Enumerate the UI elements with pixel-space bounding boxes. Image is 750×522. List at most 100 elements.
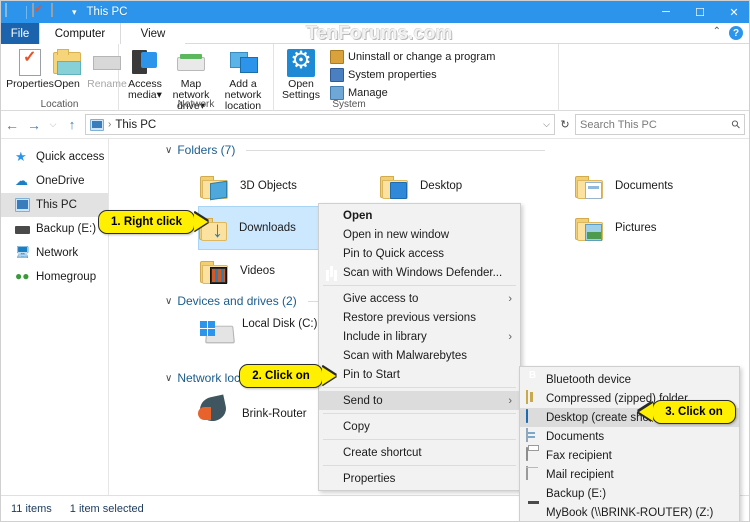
context-menu-item-label: Open in new window <box>343 228 450 241</box>
up-button[interactable]: ↑ <box>61 117 83 132</box>
callout-step-2: 2. Click on <box>239 364 336 388</box>
sidebar-item-backup[interactable]: Backup (E:) <box>1 217 108 241</box>
file-tile-3d-objects[interactable]: 3D Objects <box>200 164 380 208</box>
context-menu-item-pin-to-start[interactable]: Pin to Start <box>319 365 520 384</box>
ribbon-button-uninstall[interactable]: Uninstall or change a program <box>330 50 495 64</box>
folder-pictures-icon <box>575 215 607 242</box>
folder-desktop-icon <box>380 173 412 200</box>
back-button[interactable]: ← <box>1 117 23 133</box>
callout-step-3: 3. Click on <box>639 400 736 424</box>
context-menu-item-copy[interactable]: Copy <box>319 417 520 436</box>
fax-icon <box>526 447 546 463</box>
send-to-item-label: Fax recipient <box>546 449 612 462</box>
drive-label: Local Disk (C:) <box>242 318 318 330</box>
file-tile-documents[interactable]: Documents <box>575 164 749 208</box>
file-explorer-window: ▾ This PC ─ ☐ ✕ File Computer View ⌃ ? P… <box>0 0 750 522</box>
tab-view[interactable]: View <box>121 23 185 44</box>
send-to-item-documents[interactable]: Documents <box>520 427 739 446</box>
context-menu-item-give-access-to[interactable]: Give access to › <box>319 289 520 308</box>
minimize-button[interactable]: ─ <box>649 1 683 23</box>
context-menu-item-create-shortcut[interactable]: Create shortcut <box>319 443 520 462</box>
network-tile-brink-router[interactable]: Brink-Router <box>198 393 307 425</box>
chevron-down-icon[interactable]: ∨ <box>165 373 172 384</box>
blank-icon <box>325 246 342 261</box>
context-menu-item-include-in-library[interactable]: Include in library › <box>319 327 520 346</box>
context-menu-item-label: Restore previous versions <box>343 311 476 324</box>
send-to-item-backup[interactable]: Backup (E:) <box>520 484 739 503</box>
context-menu-item-open[interactable]: Open <box>319 206 520 225</box>
context-menu-item-send-to[interactable]: Send to › <box>319 391 520 410</box>
blank-icon <box>325 471 342 486</box>
ribbon-button-manage[interactable]: Manage <box>330 86 388 100</box>
sidebar-item-homegroup[interactable]: ●● Homegroup <box>1 265 108 289</box>
navigation-pane: ★ Quick access ☁ OneDrive This PC Backup… <box>1 139 109 495</box>
sidebar-item-onedrive[interactable]: ☁ OneDrive <box>1 169 108 193</box>
windows-defender-icon <box>325 265 342 280</box>
send-to-item-mail-recipient[interactable]: Mail recipient <box>520 465 739 484</box>
group-header-label: Folders (7) <box>177 143 236 157</box>
tab-file[interactable]: File <box>1 23 39 44</box>
new-folder-icon[interactable] <box>51 3 67 20</box>
collapse-ribbon-icon[interactable]: ⌃ <box>713 26 721 37</box>
blank-icon <box>325 393 342 408</box>
context-menu-item-scan-with-malwarebytes[interactable]: Scan with Malwarebytes <box>319 346 520 365</box>
ribbon-button-label: System properties <box>348 69 437 81</box>
ribbon-button-system-properties[interactable]: System properties <box>330 68 437 82</box>
send-to-submenu: Bluetooth device Compressed (zipped) fol… <box>519 366 740 521</box>
breadcrumb-path[interactable]: This PC <box>115 119 156 131</box>
ribbon-group-label: Network <box>177 99 215 110</box>
send-to-item-bluetooth-device[interactable]: Bluetooth device <box>520 370 739 389</box>
context-menu-item-restore-previous-versions[interactable]: Restore previous versions <box>319 308 520 327</box>
send-to-item-label: Backup (E:) <box>546 487 607 500</box>
send-to-item-label: Documents <box>546 430 605 443</box>
local-disk-icon <box>200 317 235 347</box>
ribbon-group-label: System <box>332 99 366 110</box>
sidebar-item-network[interactable]: 🖥 Network <box>1 241 108 265</box>
this-pc-icon <box>90 118 104 131</box>
map-network-drive-icon <box>167 47 215 77</box>
ribbon-button-open-settings[interactable]: Open Settings <box>278 46 324 101</box>
help-icon[interactable]: ? <box>729 26 743 40</box>
maximize-button[interactable]: ☐ <box>683 1 717 23</box>
chevron-down-icon[interactable]: ∨ <box>165 296 172 307</box>
refresh-button[interactable]: ↻ <box>555 118 575 131</box>
send-to-item-label: MyBook (\\BRINK-ROUTER) (Z:) <box>546 506 714 519</box>
forward-button[interactable]: → <box>23 117 45 133</box>
system-properties-icon <box>330 68 344 82</box>
ribbon-button-access-media[interactable]: Access media▾ <box>123 47 167 101</box>
file-tile-desktop[interactable]: Desktop <box>380 164 560 208</box>
address-breadcrumb[interactable]: › This PC ⌵ <box>85 114 555 135</box>
window-title: This PC <box>86 6 128 18</box>
chevron-down-icon[interactable]: ⌵ <box>543 119 554 130</box>
sidebar-item-this-pc[interactable]: This PC <box>1 193 108 217</box>
file-tile-label: Videos <box>240 265 275 277</box>
blank-icon <box>325 445 342 460</box>
close-button[interactable]: ✕ <box>717 1 749 23</box>
chevron-down-icon[interactable]: ▾ <box>70 7 79 18</box>
search-input[interactable]: Search This PC ⚲ <box>575 114 745 135</box>
group-header-folders[interactable]: ∨ Folders (7) <box>165 143 545 157</box>
chevron-down-icon[interactable]: ∨ <box>165 145 172 156</box>
folder-documents-icon <box>575 173 607 200</box>
blank-icon <box>325 291 342 306</box>
tab-computer[interactable]: Computer <box>39 23 121 45</box>
send-to-item-mybook[interactable]: MyBook (\\BRINK-ROUTER) (Z:) <box>520 503 739 521</box>
file-tile-pictures[interactable]: Pictures <box>575 206 749 250</box>
file-tile-label: Downloads <box>239 222 296 234</box>
properties-icon[interactable] <box>32 3 48 20</box>
ribbon-button-open[interactable]: Open <box>47 47 87 90</box>
file-tile-label: Pictures <box>615 222 657 234</box>
uninstall-icon <box>330 50 344 64</box>
search-icon[interactable]: ⚲ <box>729 117 743 132</box>
context-menu-item-pin-to-quick-access[interactable]: Pin to Quick access <box>319 244 520 263</box>
context-menu-item-properties[interactable]: Properties <box>319 469 520 488</box>
group-header-devices-and-drives[interactable]: ∨ Devices and drives (2) <box>165 294 325 308</box>
context-menu-item-scan-with-windows-defender[interactable]: Scan with Windows Defender... <box>319 263 520 282</box>
context-menu-item-open-in-new-window[interactable]: Open in new window <box>319 225 520 244</box>
send-to-item-fax-recipient[interactable]: Fax recipient <box>520 446 739 465</box>
send-to-item-label: Mail recipient <box>546 468 614 481</box>
sidebar-item-quick-access[interactable]: ★ Quick access <box>1 145 108 169</box>
recent-locations-button[interactable]: ⌵ <box>45 119 61 130</box>
ribbon-button-label: Manage <box>348 87 388 99</box>
explorer-icon[interactable] <box>5 3 21 20</box>
